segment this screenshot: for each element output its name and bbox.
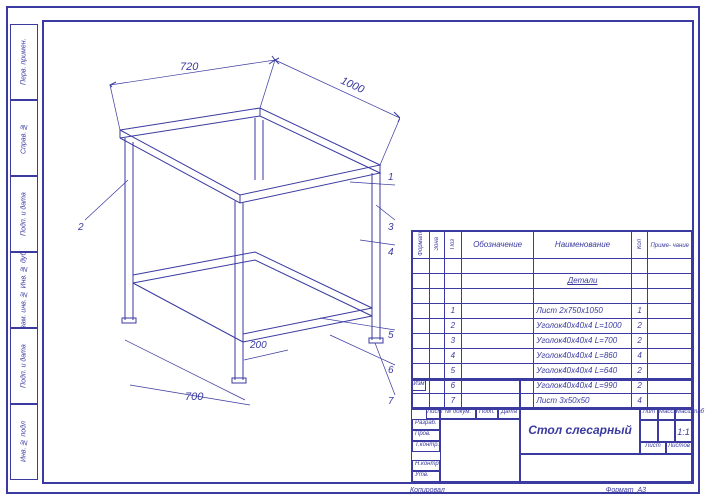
bom-h-designation: Обозначение: [461, 232, 534, 259]
table-row: 4Уголок40х40х4 L=8604: [413, 348, 692, 363]
table-row: 5Уголок40х40х4 L=6402: [413, 363, 692, 378]
bom-h-zone: Зона: [429, 232, 444, 259]
bom-h-note: Приме- чание: [648, 232, 692, 259]
bom-h-pos: Поз: [445, 232, 462, 259]
drawing-canvas: 720 1000 200 700 1 2 3 4 5 6 7: [50, 30, 400, 410]
side-label: Подп. и дата: [10, 176, 38, 252]
dim-base-w: 700: [185, 391, 204, 403]
copy-label: Копировал: [410, 487, 445, 494]
side-label: Инв. № подл: [10, 404, 38, 480]
callout: 5: [388, 330, 394, 341]
callout: 1: [388, 172, 394, 183]
bom-h-format: Формат: [413, 232, 430, 259]
dim-shelf: 200: [249, 340, 267, 351]
page: Перв. примен. Справ. № Подп. и дата Взам…: [0, 0, 706, 500]
side-label: Подп. и дата: [10, 328, 38, 404]
callout: 3: [388, 222, 394, 233]
bom-section-row: Детали: [413, 273, 692, 288]
callout: 4: [388, 247, 394, 258]
table-row: 1Лист 2х750х10501: [413, 303, 692, 318]
table-row: 2Уголок40х40х4 L=10002: [413, 318, 692, 333]
callout: 7: [388, 396, 394, 407]
dim-top-w: 720: [180, 61, 199, 73]
format-label: Формат А3: [606, 487, 646, 494]
scale-value: 1:1: [675, 420, 692, 442]
callout: 6: [388, 365, 394, 376]
callout: 2: [77, 222, 84, 233]
title-block: Изм Лист № докум. Подп. Дата Разраб. Про…: [411, 379, 692, 482]
dim-top-d: 1000: [339, 75, 367, 97]
bom-h-qty: Кол: [631, 232, 648, 259]
side-label: Перв. примен.: [10, 24, 38, 100]
side-label: Справ. №: [10, 100, 38, 176]
table-row: 3Уголок40х40х4 L=7002: [413, 333, 692, 348]
table-isometric: 720 1000 200 700 1 2 3 4 5 6 7: [50, 30, 400, 410]
bom-blank-row: [413, 288, 692, 303]
side-column: Перв. примен. Справ. № Подп. и дата Взам…: [10, 24, 38, 480]
bom-blank-row: [413, 258, 692, 273]
bom-h-name: Наименование: [534, 232, 631, 259]
side-label: Взам. инв. № Инв. № дубл: [10, 252, 38, 328]
